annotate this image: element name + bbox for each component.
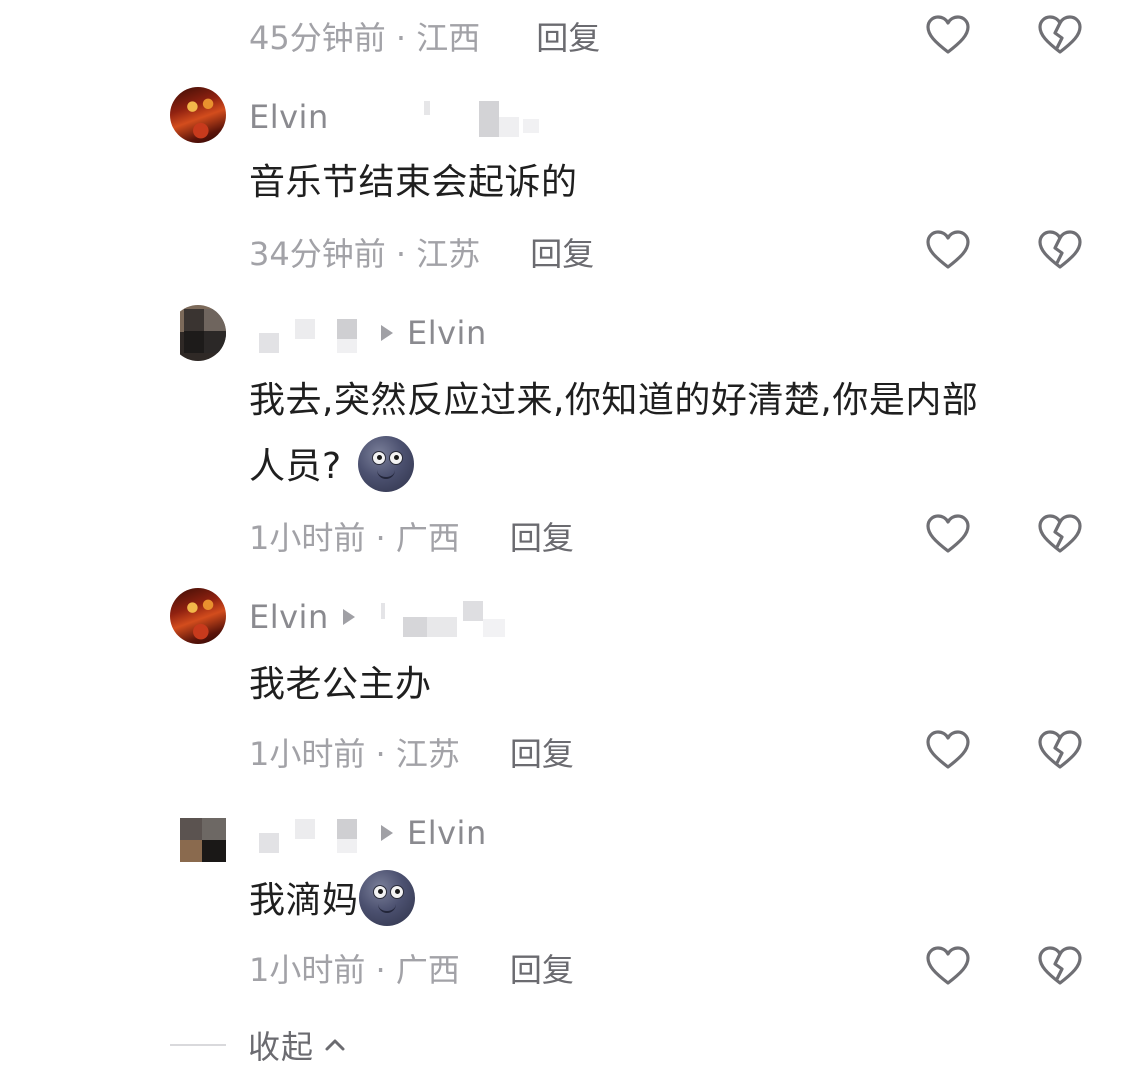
- heart-icon[interactable]: [925, 945, 971, 987]
- broken-heart-icon[interactable]: [1037, 229, 1083, 271]
- comment-text-line: 人员?: [249, 434, 978, 500]
- blurred-username: [329, 97, 539, 137]
- heart-icon[interactable]: [925, 229, 971, 271]
- comment-time-location: 1小时前 · 江苏: [249, 735, 460, 773]
- new-moon-face-icon: [358, 870, 415, 926]
- author-name[interactable]: Elvin: [249, 598, 329, 636]
- comment-text: 我去,突然反应过来,你知道的好清楚,你是内部 人员?: [249, 368, 978, 500]
- reply-button[interactable]: 回复: [510, 729, 574, 775]
- comment-text: 我老公主办: [249, 664, 432, 705]
- broken-heart-icon[interactable]: [1037, 14, 1083, 56]
- reply-button[interactable]: 回复: [530, 229, 594, 275]
- triangle-right-icon: [342, 609, 355, 625]
- author-row: Elvin: [249, 97, 539, 137]
- comment-meta: 1小时前 · 广西 回复: [249, 946, 574, 990]
- comment-text: 音乐节结束会起诉的: [249, 162, 578, 203]
- comment-time-location: 34分钟前 · 江苏: [249, 235, 481, 273]
- heart-icon[interactable]: [925, 14, 971, 56]
- avatar[interactable]: [170, 305, 226, 361]
- triangle-right-icon: [381, 325, 393, 341]
- author-row: Elvin: [249, 597, 505, 637]
- reply-button[interactable]: 回复: [536, 13, 600, 59]
- avatar[interactable]: [170, 87, 226, 143]
- broken-heart-icon[interactable]: [1037, 729, 1083, 771]
- broken-heart-icon[interactable]: [1037, 513, 1083, 555]
- chevron-up-icon: [325, 1039, 345, 1051]
- author-row: Elvin: [249, 813, 487, 853]
- comment-meta: 1小时前 · 广西 回复: [249, 514, 574, 558]
- collapse-label: 收起: [248, 1028, 315, 1066]
- comment-meta: 34分钟前 · 江苏 回复: [249, 230, 594, 274]
- comment-text-tail: 人员?: [249, 446, 342, 487]
- reply-button[interactable]: 回复: [510, 513, 574, 559]
- divider-line: [170, 1044, 226, 1046]
- heart-icon[interactable]: [925, 729, 971, 771]
- comment-time-location: 1小时前 · 广西: [249, 951, 460, 989]
- comment-text: 我滴妈: [249, 868, 415, 934]
- comment-time-location: 1小时前 · 广西: [249, 519, 460, 557]
- avatar[interactable]: [170, 818, 226, 874]
- reply-button[interactable]: 回复: [510, 945, 574, 991]
- blurred-username: [249, 813, 367, 853]
- collapse-replies-button[interactable]: 收起: [170, 1020, 346, 1070]
- triangle-right-icon: [381, 825, 393, 841]
- comment-meta: 45分钟前 · 江西 回复: [249, 14, 600, 58]
- author-row: Elvin: [249, 313, 487, 353]
- reply-to-name[interactable]: Elvin: [407, 814, 487, 852]
- blurred-username: [249, 313, 367, 353]
- comment-text-line: 我去,突然反应过来,你知道的好清楚,你是内部: [249, 380, 979, 421]
- avatar[interactable]: [170, 588, 226, 644]
- new-moon-face-icon: [357, 436, 414, 492]
- comment-time-location: 45分钟前 · 江西: [249, 19, 481, 57]
- blurred-username: [369, 597, 505, 637]
- comment-text-body: 我滴妈: [249, 880, 359, 921]
- reply-to-name[interactable]: Elvin: [407, 314, 487, 352]
- broken-heart-icon[interactable]: [1037, 945, 1083, 987]
- heart-icon[interactable]: [925, 513, 971, 555]
- comment-meta: 1小时前 · 江苏 回复: [249, 730, 574, 774]
- author-name[interactable]: Elvin: [249, 98, 329, 136]
